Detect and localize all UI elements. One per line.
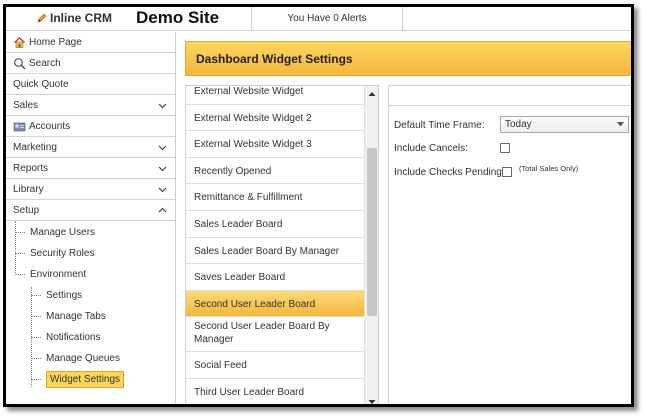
list-scrollbar[interactable] [364, 86, 378, 406]
sidebar-item-label: Accounts [29, 120, 71, 132]
scroll-up-arrow-icon[interactable] [368, 90, 376, 98]
time-frame-value: Today [505, 119, 532, 130]
scroll-thumb[interactable] [367, 148, 377, 316]
setup-item-label: Environment [30, 269, 87, 280]
setup-item-environment[interactable]: Environment [6, 264, 175, 285]
sidebar-item-label: Setup [13, 204, 40, 216]
include-checks-label: Include Checks Pending: [394, 167, 505, 178]
include-checks-checkbox[interactable] [502, 167, 512, 177]
chevron-down-icon [158, 166, 167, 172]
include-cancels-label: Include Cancels: [394, 143, 468, 154]
pencil-logo-icon [37, 13, 47, 23]
chevron-down-icon [158, 145, 167, 151]
sidebar-item-sales[interactable]: Sales [6, 95, 175, 116]
setup-item-notifications[interactable]: Notifications [6, 327, 175, 348]
scroll-down-arrow-icon[interactable] [368, 398, 376, 406]
list-item[interactable]: External Website Widget 2 [186, 105, 366, 132]
total-sales-note: (Total Sales Only) [519, 164, 579, 173]
setup-item-security-roles[interactable]: Security Roles [6, 243, 175, 264]
brand-name: Inline CRM [50, 11, 112, 25]
list-item[interactable]: Second User Leader Board By Manager [186, 317, 366, 353]
setup-item-label: Manage Tabs [46, 311, 106, 322]
setup-tree: Manage Users Security Roles Environment … [6, 221, 175, 390]
site-title: Demo Site [136, 8, 220, 27]
chevron-down-icon [158, 187, 167, 193]
sidebar-item-home[interactable]: Home Page [6, 32, 175, 53]
page-header: Dashboard Widget Settings [185, 41, 631, 76]
accounts-icon [13, 122, 26, 131]
sidebar-item-setup[interactable]: Setup [6, 200, 175, 221]
brand[interactable]: Inline CRM [36, 11, 112, 25]
widget-list: External Website Widget External Website… [185, 85, 379, 406]
chevron-down-icon [617, 122, 624, 127]
list-item[interactable]: External Website Widget 3 [186, 131, 366, 158]
list-item[interactable]: Recently Opened [186, 158, 366, 185]
sidebar-item-label: Search [29, 57, 61, 69]
sidebar-item-search[interactable]: Search [6, 53, 175, 74]
list-item[interactable]: Social Feed [186, 352, 366, 379]
include-cancels-checkbox[interactable] [500, 143, 510, 153]
top-bar: Inline CRM Demo Site You Have 0 Alerts [6, 7, 631, 31]
widget-settings-panel: Default Time Frame: Today Include Cancel… [388, 85, 631, 404]
page-title: Dashboard Widget Settings [196, 52, 353, 66]
sidebar-item-reports[interactable]: Reports [6, 158, 175, 179]
chevron-up-icon [158, 207, 167, 213]
panel-toolbar [389, 86, 631, 106]
sidebar-item-library[interactable]: Library [6, 179, 175, 200]
setup-item-manage-queues[interactable]: Manage Queues [6, 348, 175, 369]
setup-item-widget-settings[interactable]: Widget Settings [6, 369, 175, 390]
sidebar-item-label: Marketing [13, 141, 57, 153]
setup-item-settings[interactable]: Settings [6, 285, 175, 306]
time-frame-label: Default Time Frame: [394, 120, 485, 131]
list-item[interactable]: External Website Widget [186, 86, 366, 105]
time-frame-select[interactable]: Today [500, 116, 629, 133]
sidebar-item-label: Library [13, 183, 44, 195]
list-item-selected[interactable]: Second User Leader Board [186, 290, 366, 318]
list-item[interactable]: Sales Leader Board [186, 211, 366, 238]
sidebar-item-label: Sales [13, 99, 39, 111]
setup-item-label: Notifications [46, 332, 101, 343]
search-icon [14, 57, 26, 70]
sidebar-item-accounts[interactable]: Accounts [6, 116, 175, 137]
app-window: Inline CRM Demo Site You Have 0 Alerts H… [3, 4, 634, 407]
chevron-down-icon [158, 103, 167, 109]
list-item[interactable]: Third User Leader Board [186, 379, 366, 404]
setup-item-label: Widget Settings [46, 371, 125, 388]
main-content: Dashboard Widget Settings External Websi… [177, 32, 631, 404]
alerts-indicator[interactable]: You Have 0 Alerts [251, 7, 403, 31]
list-item[interactable]: Saves Leader Board [186, 264, 366, 291]
sidebar-item-label: Home Page [29, 36, 82, 48]
setup-item-manage-tabs[interactable]: Manage Tabs [6, 306, 175, 327]
list-item[interactable]: Remittance & Fulfillment [186, 184, 366, 211]
setup-item-label: Manage Users [30, 227, 96, 238]
sidebar-item-marketing[interactable]: Marketing [6, 137, 175, 158]
setup-item-label: Security Roles [30, 248, 95, 259]
sidebar: Home Page Search Quick Quote Sales Accou… [6, 32, 176, 404]
home-icon [14, 36, 25, 48]
widget-list-items: External Website Widget External Website… [186, 86, 366, 404]
setup-item-manage-users[interactable]: Manage Users [6, 222, 175, 243]
sidebar-item-quick-quote[interactable]: Quick Quote [6, 74, 175, 95]
list-item[interactable]: Sales Leader Board By Manager [186, 238, 366, 265]
setup-item-label: Settings [46, 290, 83, 301]
sidebar-item-label: Reports [13, 162, 49, 174]
sidebar-item-label: Quick Quote [13, 78, 69, 90]
setup-item-label: Manage Queues [46, 353, 120, 364]
